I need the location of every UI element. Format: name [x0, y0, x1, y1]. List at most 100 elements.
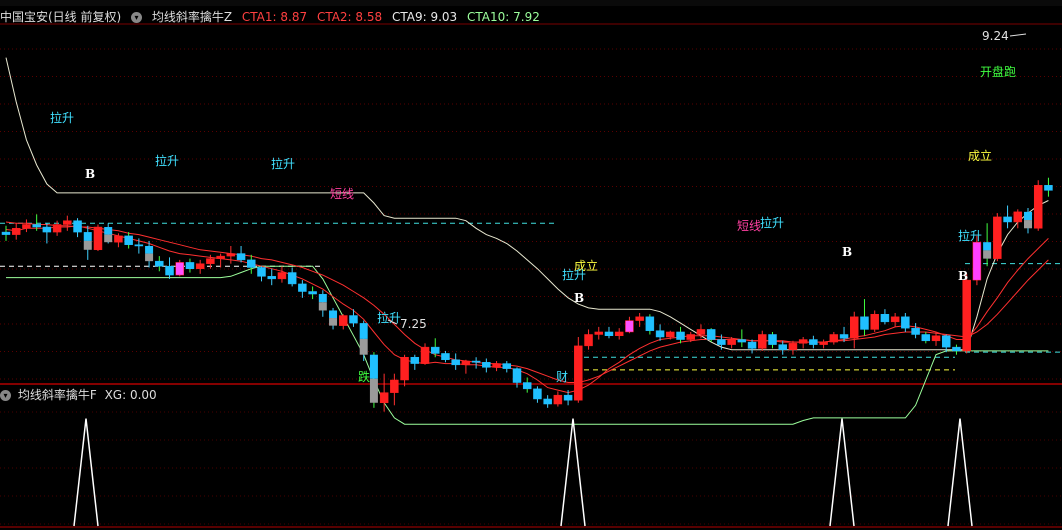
annotation-label: B — [842, 245, 852, 259]
legend-cta9: CTA9: 9.03 — [391, 10, 458, 24]
annotation-label: 跌 — [358, 369, 370, 384]
annotation-label: 短线 — [330, 187, 354, 201]
candle-body — [829, 334, 839, 343]
candle-body — [145, 253, 154, 262]
candle-body — [287, 272, 297, 285]
candle-body — [870, 314, 879, 330]
candle-body — [410, 356, 420, 364]
candle-body — [594, 331, 604, 335]
candle-body — [400, 356, 409, 381]
indicator-menu-icon[interactable]: ▾ — [131, 12, 143, 23]
candle-body — [226, 253, 236, 257]
candle-body — [635, 316, 644, 321]
candle-body — [369, 378, 378, 403]
candle-body — [114, 235, 123, 243]
annotation-label: 短线 — [737, 219, 761, 233]
candle-body — [1, 231, 11, 235]
candle-body — [717, 339, 726, 345]
candle-body — [533, 388, 542, 400]
annotation-label: 拉升 — [562, 267, 586, 282]
candle-body — [553, 394, 563, 405]
annotation-label: B — [574, 291, 584, 305]
candle-body — [860, 316, 869, 330]
annotation-label: 拉升 — [760, 215, 784, 230]
candle-body — [543, 398, 552, 405]
candle-body — [185, 262, 195, 269]
candle-body — [941, 335, 951, 348]
sub-indicator-value: XG: 0.00 — [104, 388, 157, 402]
legend-cta10: CTA10: 7.92 — [467, 10, 540, 24]
legend-cta1: CTA1: 8.87 — [241, 10, 308, 24]
candle-body — [604, 331, 614, 337]
sub-chart-header: ▾ 均线斜率擒牛F XG: 0.00 — [0, 386, 157, 402]
candle-body — [931, 335, 941, 342]
candle-body — [42, 226, 52, 233]
candle-body — [921, 334, 931, 342]
candle-body — [1003, 216, 1012, 223]
candle-body — [880, 314, 890, 323]
candle-body — [52, 224, 62, 233]
candle-body — [655, 330, 665, 338]
candle-body — [329, 310, 338, 319]
annotation-label: 9.24 — [982, 29, 1009, 43]
annotation-label: 财 — [556, 370, 568, 384]
candle-body — [686, 334, 695, 340]
candle-body — [93, 226, 103, 251]
candle-body — [359, 338, 368, 355]
candle-body — [165, 265, 174, 276]
candle-body — [522, 382, 532, 390]
candle-body — [206, 258, 215, 264]
xg-signal-spike — [560, 418, 586, 527]
candle-body — [706, 329, 716, 340]
annotation-label: 开盘跑 — [980, 64, 1016, 79]
candle-body — [1024, 220, 1032, 229]
candle-body — [155, 260, 164, 267]
candle-body — [257, 267, 266, 277]
xg-signal-spike — [947, 418, 973, 527]
candle-body — [972, 241, 982, 281]
candle-body — [369, 354, 378, 379]
sub-indicator-menu-icon[interactable]: ▾ — [0, 390, 11, 401]
candle-body — [850, 316, 859, 339]
ma-red-line-2 — [5, 221, 1049, 383]
candle-body — [471, 360, 481, 363]
candle-body — [11, 228, 21, 235]
candle-body — [390, 379, 399, 393]
annotation-label: 7.25 — [400, 317, 427, 331]
main-chart-header: 中国宝安(日线 前复权) ▾ 均线斜率擒牛Z CTA1: 8.87 CTA2: … — [0, 8, 546, 24]
candle-body — [584, 334, 593, 347]
candle-body — [124, 235, 133, 245]
candle-body — [798, 339, 808, 344]
high-arrow-line — [1009, 33, 1027, 37]
candle-body — [788, 343, 798, 350]
candle-body — [73, 220, 82, 233]
stock-title: 中国宝安(日线 前复权) — [0, 10, 122, 24]
candle-body — [645, 316, 655, 331]
candle-body — [983, 250, 992, 259]
annotation-label: 拉升 — [50, 110, 74, 125]
candle-body — [952, 346, 961, 352]
xg-signal-spike — [73, 418, 99, 527]
candle-body — [441, 353, 450, 361]
annotation-label: B — [85, 167, 95, 181]
candle-body — [502, 363, 512, 369]
candle-body — [236, 253, 246, 261]
annotation-label: 拉升 — [377, 310, 401, 325]
candle-body — [267, 276, 276, 280]
candle-body — [134, 244, 144, 247]
candle-body — [216, 255, 225, 259]
candle-body — [482, 362, 491, 368]
candle-body — [962, 279, 971, 352]
ma-white-line — [5, 57, 1049, 351]
indicator-name: 均线斜率擒牛Z — [151, 10, 233, 24]
candle-body — [104, 234, 113, 243]
annotation-label: 拉升 — [271, 156, 295, 171]
candle-body — [676, 331, 685, 340]
candle-body — [63, 220, 72, 225]
legend-cta2: CTA2: 8.58 — [316, 10, 383, 24]
candle-body — [83, 240, 92, 250]
candle-body — [512, 368, 522, 383]
annotation-label: 成立 — [968, 148, 992, 163]
candlestick-chart: 拉升拉升 拉升短线拉升成立拉升短线拉升成立拉升开盘跑BBBB9.247.25跌财 — [0, 23, 1062, 528]
annotation-label: B — [958, 269, 968, 283]
